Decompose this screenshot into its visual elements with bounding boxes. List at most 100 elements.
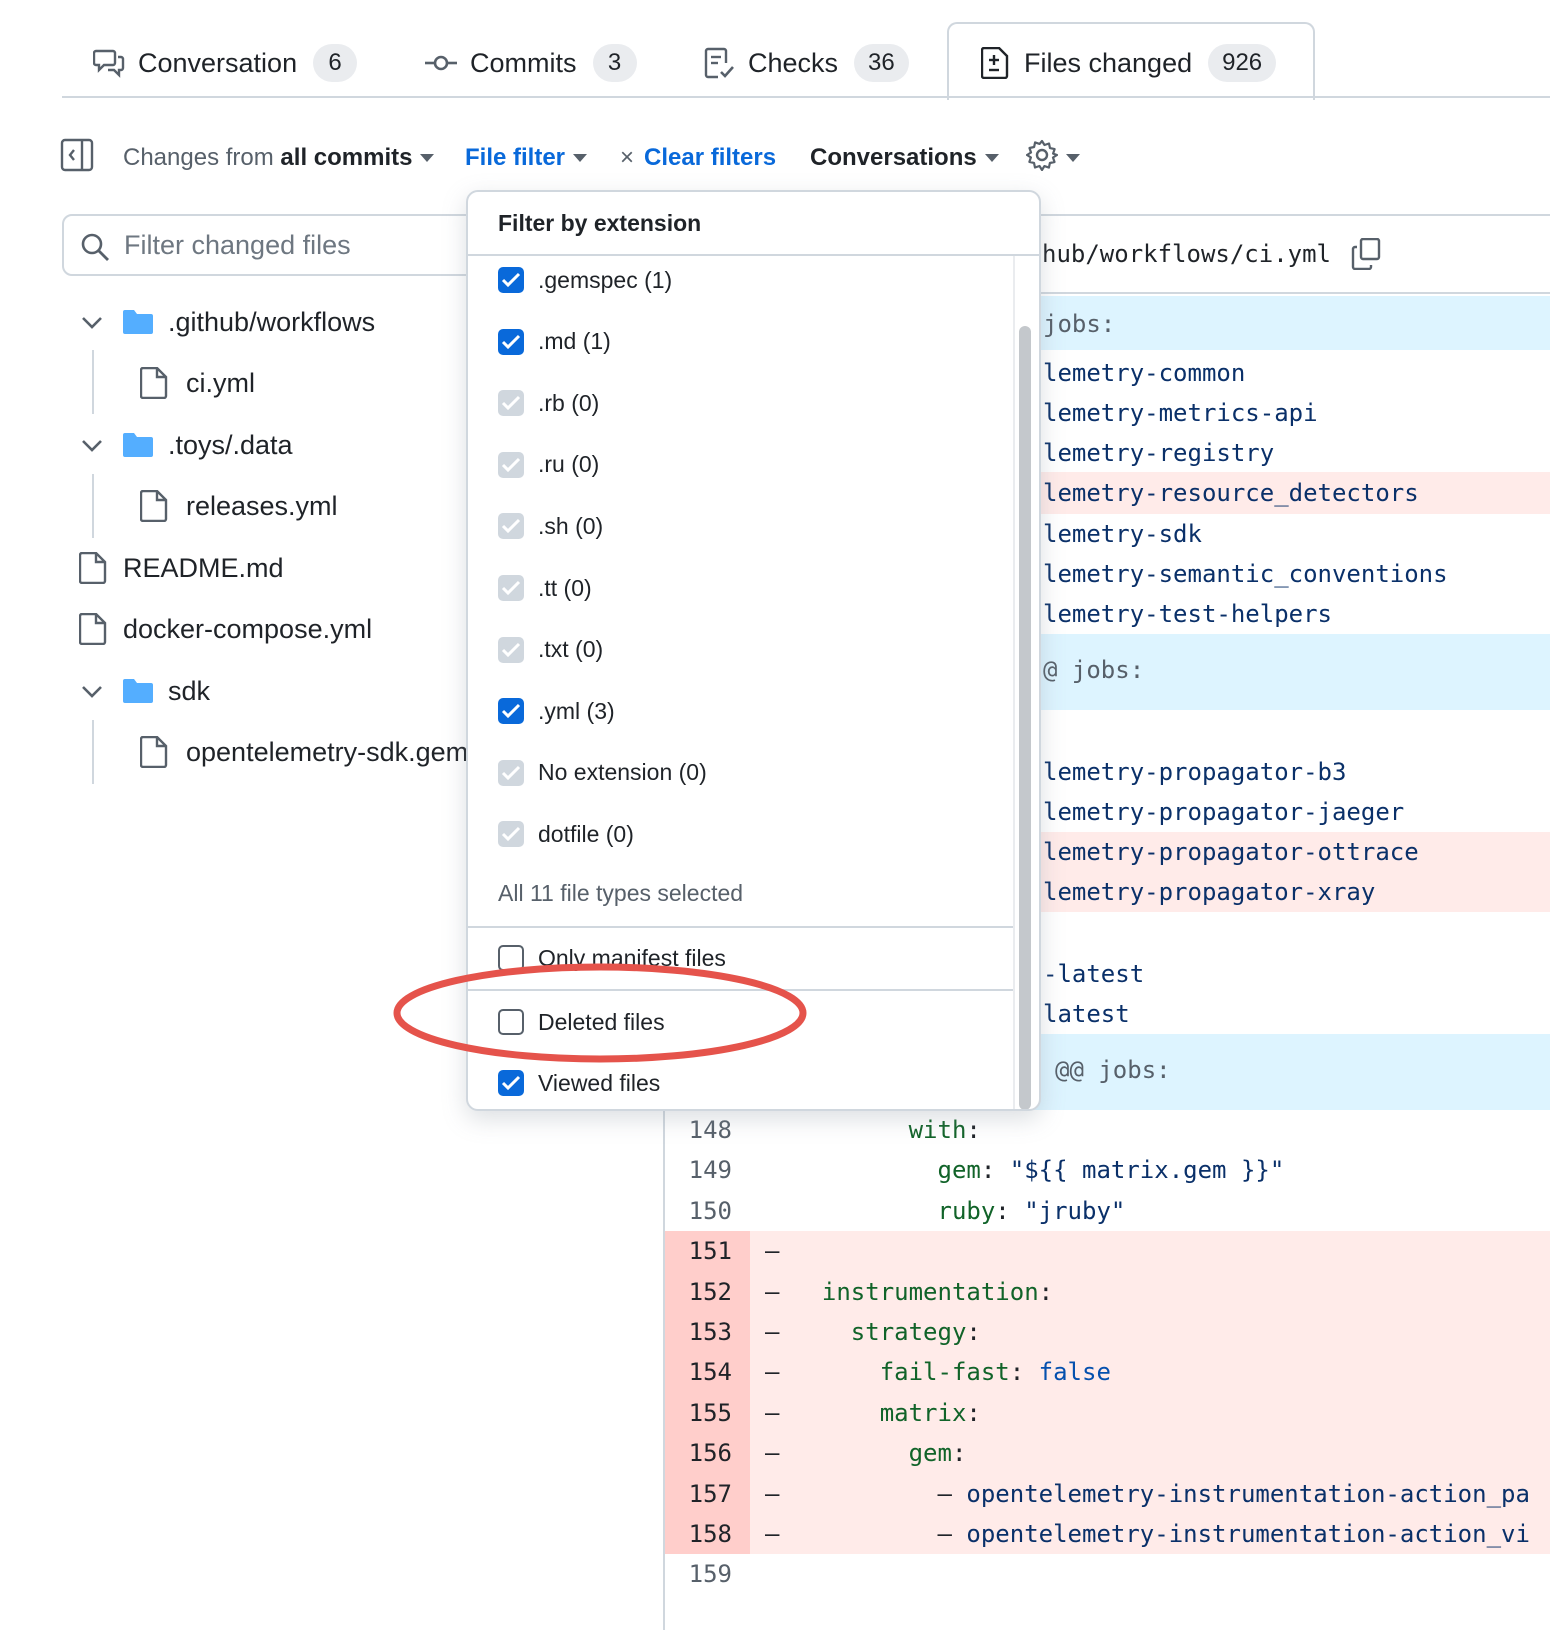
conversations-label: Conversations <box>810 144 977 171</box>
toggle-file-tree-icon[interactable] <box>60 138 94 172</box>
file-icon <box>79 613 107 645</box>
line-number[interactable]: 152 <box>665 1271 750 1312</box>
changes-value: all commits <box>280 144 413 171</box>
tab-counter: 6 <box>313 44 358 82</box>
search-icon <box>80 232 110 269</box>
file-filter-dropdown[interactable]: File filter <box>465 138 588 178</box>
code-punct: – <box>937 1520 967 1548</box>
extension-option[interactable]: .yml (3) <box>498 691 615 731</box>
code-line-deleted: 156– gem: <box>665 1433 1550 1474</box>
option-label: .sh (0) <box>538 512 604 539</box>
code-text: @@ jobs: <box>1055 1056 1171 1084</box>
scrollbar-thumb[interactable] <box>1019 326 1031 1109</box>
extension-option[interactable]: .rb (0) <box>498 383 599 423</box>
code-punct: : <box>966 1398 981 1427</box>
diff-sign: – <box>765 1318 780 1346</box>
line-number[interactable]: 157 <box>665 1473 750 1514</box>
file-icon <box>140 367 168 399</box>
line-number[interactable]: 159 <box>665 1554 750 1594</box>
code-text: – opentelemetry-instrumentation-action_p… <box>793 1480 1530 1508</box>
checkbox-checked-icon <box>498 328 524 355</box>
code-key: gem <box>908 1439 952 1468</box>
line-number[interactable]: 153 <box>665 1312 750 1353</box>
line-number[interactable]: 148 <box>665 1110 750 1150</box>
filter-files-input[interactable]: Filter changed files <box>62 214 492 276</box>
tree-folder-toys-data[interactable]: .toys/.data <box>80 420 293 470</box>
extension-option[interactable]: .gemspec (1) <box>498 260 672 300</box>
code-text: @ jobs: <box>1043 656 1145 684</box>
tab-conversation[interactable]: Conversation 6 <box>92 28 358 98</box>
option-label: .gemspec (1) <box>538 266 673 293</box>
extension-option[interactable]: .txt (0) <box>498 630 603 670</box>
code-text: jobs: <box>1043 310 1116 338</box>
line-number[interactable]: 158 <box>665 1514 750 1555</box>
tree-file-releases-yml[interactable]: releases.yml <box>140 481 338 531</box>
extension-option[interactable]: .md (1) <box>498 322 611 362</box>
code-line-deleted: 154– fail-fast: false <box>665 1352 1550 1393</box>
changes-from-dropdown[interactable]: Changes from all commits <box>123 138 435 178</box>
copy-icon[interactable] <box>1351 237 1381 275</box>
code-text: lemetry-registry <box>1043 439 1275 467</box>
extension-option[interactable]: .ru (0) <box>498 445 599 485</box>
tab-checks[interactable]: Checks 36 <box>702 28 909 98</box>
tree-folder-github-workflows[interactable]: .github/workflows <box>80 297 375 347</box>
code-punct: : <box>1038 1277 1054 1306</box>
code-text: ruby: "jruby" <box>793 1196 1126 1225</box>
code-line-deleted: 155– matrix: <box>665 1392 1550 1434</box>
tab-commits[interactable]: Commits 3 <box>424 28 637 98</box>
caret-down-icon <box>420 154 435 162</box>
diff-sign: – <box>765 1398 780 1427</box>
checkbox-disabled-icon <box>498 636 524 663</box>
search-placeholder: Filter changed files <box>124 229 351 260</box>
code-punct: : <box>995 1196 1025 1225</box>
file-filter-label: File filter <box>465 144 566 171</box>
code-text: lemetry-propagator-b3 <box>1043 758 1347 786</box>
caret-down-icon <box>984 154 999 162</box>
line-number[interactable]: 155 <box>665 1392 750 1434</box>
extension-option[interactable]: .sh (0) <box>498 506 603 546</box>
code-key: gem <box>937 1156 981 1185</box>
line-number[interactable]: 149 <box>665 1150 750 1190</box>
tree-file-readme[interactable]: README.md <box>79 543 284 593</box>
conversations-dropdown[interactable]: Conversations <box>810 138 999 178</box>
code-text: lemetry-resource_detectors <box>1043 479 1419 507</box>
line-number[interactable]: 154 <box>665 1352 750 1393</box>
code-key: matrix <box>879 1398 967 1427</box>
extension-option[interactable]: dotfile (0) <box>498 814 634 854</box>
folder-icon <box>122 309 154 335</box>
tree-folder-sdk[interactable]: sdk <box>80 666 210 716</box>
line-number[interactable]: 156 <box>665 1433 750 1474</box>
code-key: instrumentation <box>821 1277 1039 1306</box>
code-text: -latest <box>1043 960 1145 988</box>
diff-sign: – <box>765 1358 780 1387</box>
chevron-down-icon <box>80 437 106 453</box>
code-text: latest <box>1043 1000 1130 1028</box>
checkbox-checked-icon <box>498 1070 524 1096</box>
tab-files-changed[interactable]: Files changed 926 <box>978 28 1277 98</box>
tree-item-label: .github/workflows <box>168 306 376 337</box>
extension-option[interactable]: No extension (0) <box>498 753 707 793</box>
tree-file-docker-compose[interactable]: docker-compose.yml <box>79 604 372 654</box>
line-number[interactable]: 151 <box>665 1231 750 1272</box>
tree-file-ci-yml[interactable]: ci.yml <box>140 358 255 408</box>
code-text: with: <box>793 1116 981 1144</box>
menu-title: Filter by extension <box>468 192 1039 256</box>
code-key: ruby <box>937 1196 996 1225</box>
tree-guide-line <box>92 474 94 538</box>
code-value: opentelemetry-instrumentation-action_vi <box>966 1520 1530 1548</box>
extension-option[interactable]: .tt (0) <box>498 568 592 608</box>
checkbox-disabled-icon <box>498 390 524 417</box>
line-number[interactable]: 150 <box>665 1191 750 1231</box>
code-text: lemetry-sdk <box>1043 520 1202 548</box>
clear-filters-button[interactable]: × Clear filters <box>620 138 776 178</box>
settings-dropdown[interactable] <box>1025 138 1080 178</box>
viewed-files-checkbox[interactable]: Viewed files <box>498 1063 660 1103</box>
